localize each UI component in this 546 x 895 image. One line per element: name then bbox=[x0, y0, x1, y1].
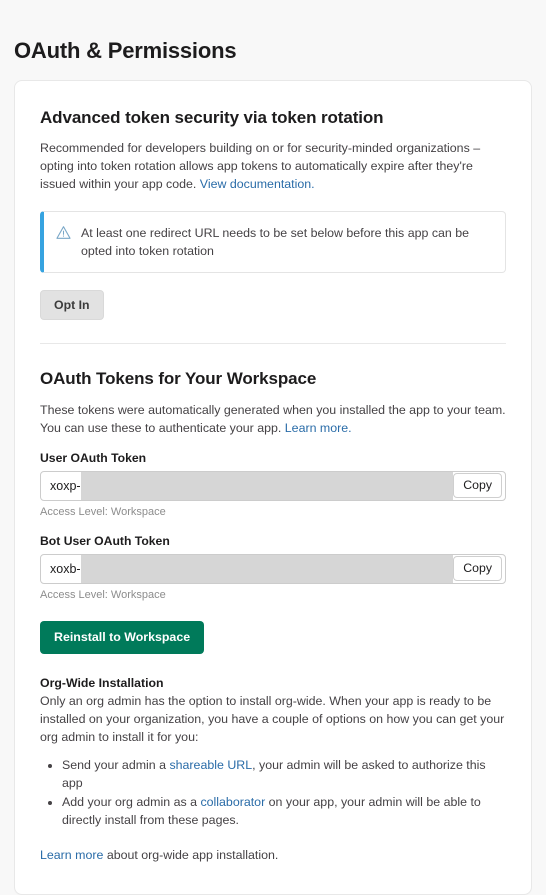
opt-in-button[interactable]: Opt In bbox=[40, 290, 104, 321]
bot-user-oauth-token-label: Bot User OAuth Token bbox=[40, 533, 170, 548]
bullet-1-before: Add your org admin as a bbox=[62, 794, 201, 809]
org-wide-installation-heading: Org-Wide Installation bbox=[40, 675, 164, 690]
page-title: OAuth & Permissions bbox=[14, 38, 237, 63]
reinstall-to-workspace-button[interactable]: Reinstall to Workspace bbox=[40, 620, 205, 654]
user-oauth-token-redacted bbox=[80, 471, 454, 500]
bot-user-oauth-token-field: Bot User OAuth Token xoxb- Copy Access L… bbox=[40, 533, 506, 603]
token-rotation-section: Advanced token security via token rotati… bbox=[40, 107, 506, 321]
bot-user-oauth-token-value[interactable]: xoxb- bbox=[41, 554, 454, 583]
user-oauth-token-prefix: xoxp- bbox=[50, 478, 81, 493]
warning-triangle-icon bbox=[56, 225, 71, 245]
token-rotation-heading: Advanced token security via token rotati… bbox=[40, 108, 384, 128]
bot-user-oauth-token-prefix: xoxb- bbox=[50, 561, 81, 576]
bullet-0-before: Send your admin a bbox=[62, 757, 170, 772]
redirect-url-alert-text: At least one redirect URL needs to be se… bbox=[81, 226, 470, 259]
user-oauth-token-field: User OAuth Token xoxp- Copy Access Level… bbox=[40, 450, 506, 520]
oauth-tokens-section: OAuth Tokens for Your Workspace These to… bbox=[40, 344, 506, 863]
copy-user-oauth-token-button[interactable]: Copy bbox=[453, 473, 502, 499]
shareable-url-link[interactable]: shareable URL bbox=[169, 758, 252, 772]
oauth-tokens-description-text: These tokens were automatically generate… bbox=[40, 402, 506, 435]
user-oauth-token-access-level: Access Level: Workspace bbox=[40, 505, 166, 518]
user-oauth-token-row[interactable]: xoxp- Copy bbox=[40, 470, 506, 501]
redirect-url-alert: At least one redirect URL needs to be se… bbox=[40, 211, 506, 274]
learn-more-tokens-link[interactable]: Learn more. bbox=[285, 421, 352, 435]
bot-user-oauth-token-row[interactable]: xoxb- Copy bbox=[40, 553, 506, 584]
view-documentation-link[interactable]: View documentation. bbox=[200, 177, 315, 191]
list-item: Send your admin a shareable URL, your ad… bbox=[62, 756, 506, 792]
user-oauth-token-label: User OAuth Token bbox=[40, 450, 147, 465]
learn-more-org-wide-link[interactable]: Learn more bbox=[40, 848, 103, 862]
bot-user-oauth-token-redacted bbox=[80, 554, 454, 583]
org-wide-footer-note: Learn more about org-wide app installati… bbox=[40, 846, 506, 864]
user-oauth-token-value[interactable]: xoxp- bbox=[41, 471, 454, 500]
copy-bot-user-oauth-token-button[interactable]: Copy bbox=[453, 556, 502, 582]
org-wide-footer-text: about org-wide app installation. bbox=[103, 847, 279, 862]
collaborator-link[interactable]: collaborator bbox=[200, 795, 265, 809]
org-wide-installation-description: Only an org admin has the option to inst… bbox=[40, 693, 505, 744]
bot-user-oauth-token-access-level: Access Level: Workspace bbox=[40, 588, 166, 601]
token-rotation-description: Recommended for developers building on o… bbox=[40, 139, 506, 193]
oauth-tokens-description: These tokens were automatically generate… bbox=[40, 401, 506, 437]
org-wide-options-list: Send your admin a shareable URL, your ad… bbox=[40, 756, 506, 829]
list-item: Add your org admin as a collaborator on … bbox=[62, 793, 506, 829]
oauth-tokens-heading: OAuth Tokens for Your Workspace bbox=[40, 369, 317, 389]
oauth-permissions-card: Advanced token security via token rotati… bbox=[14, 80, 532, 895]
